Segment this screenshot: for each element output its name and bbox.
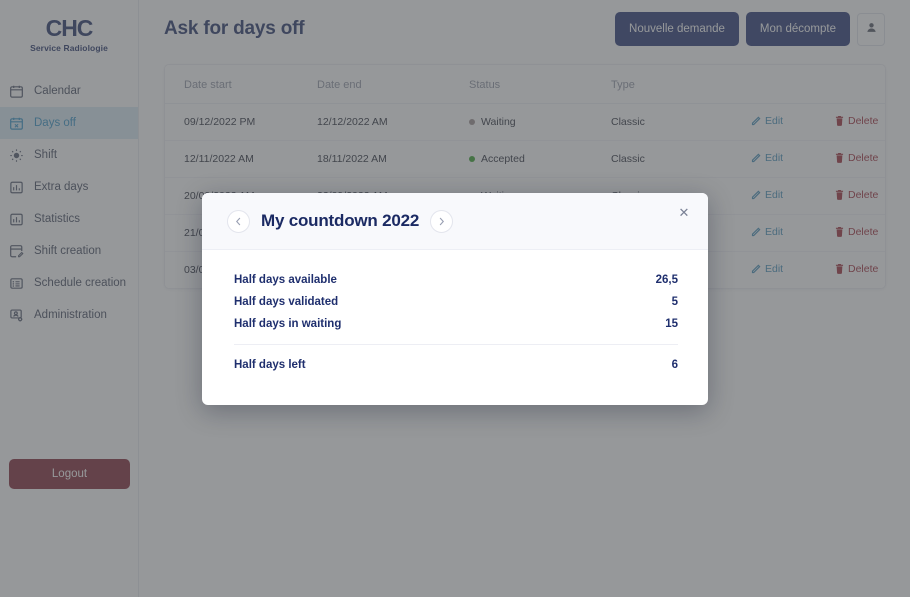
modal-header: My countdown 2022 ✕ [202, 193, 708, 250]
divider [234, 344, 678, 345]
stat-half-days-available: Half days available 26,5 [234, 269, 678, 291]
app-root: CHC Service Radiologie Calendar [0, 0, 910, 597]
stat-value: 6 [672, 359, 678, 371]
stat-label: Half days validated [234, 296, 338, 308]
countdown-modal: My countdown 2022 ✕ Half days available … [202, 193, 708, 405]
stat-value: 15 [665, 318, 678, 330]
stat-half-days-in-waiting: Half days in waiting 15 [234, 313, 678, 335]
stat-label: Half days available [234, 274, 337, 286]
stat-label: Half days in waiting [234, 318, 341, 330]
chevron-left-icon[interactable] [227, 210, 250, 233]
stat-half-days-left: Half days left 6 [234, 354, 678, 376]
stat-value: 26,5 [656, 274, 678, 286]
stat-label: Half days left [234, 359, 306, 371]
modal-body: Half days available 26,5 Half days valid… [202, 250, 708, 376]
close-icon[interactable]: ✕ [676, 205, 692, 221]
modal-title: My countdown 2022 [261, 211, 419, 231]
stat-half-days-validated: Half days validated 5 [234, 291, 678, 313]
stat-value: 5 [672, 296, 678, 308]
chevron-right-icon[interactable] [430, 210, 453, 233]
